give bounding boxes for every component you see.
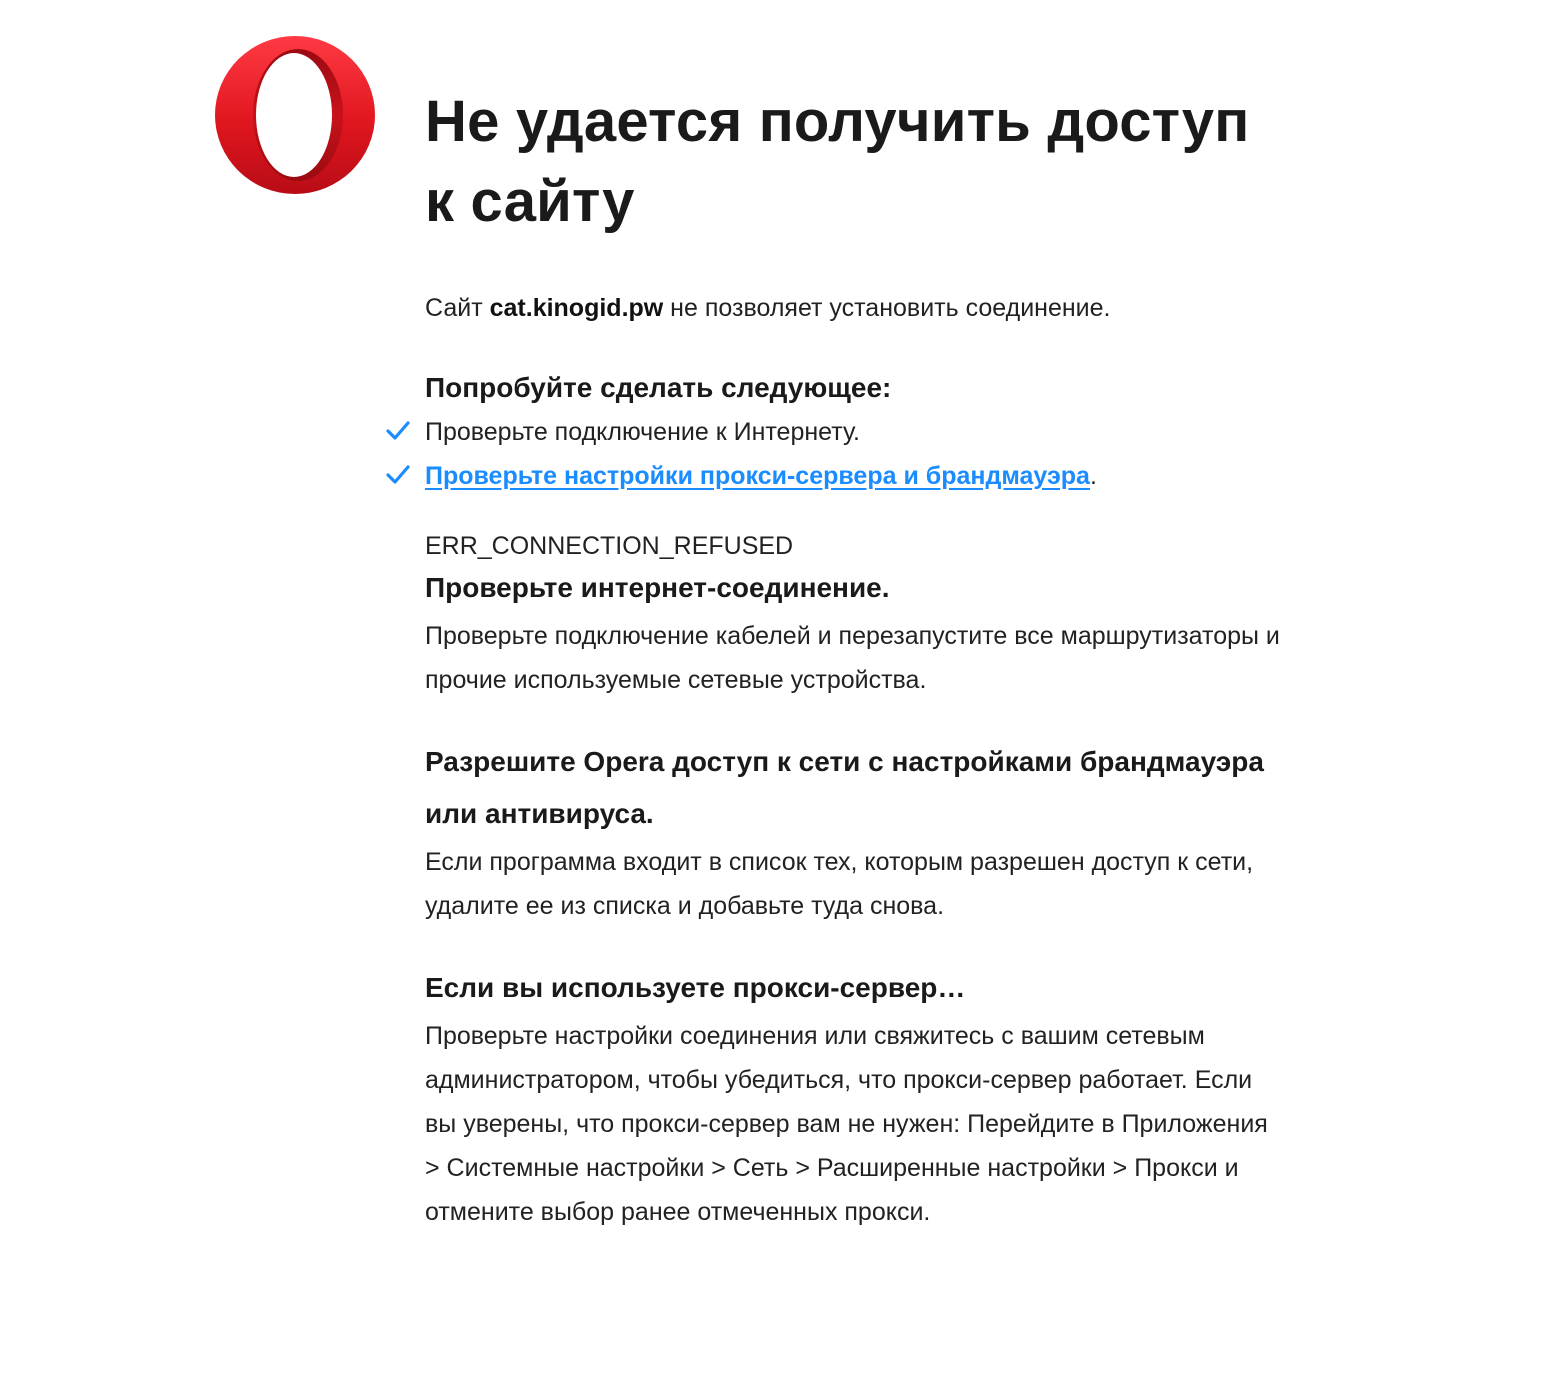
check-icon (386, 421, 410, 440)
suggestion-text: Проверьте подключение к Интернету. (425, 418, 860, 446)
suggestion-item: Проверьте подключение к Интернету. (386, 410, 1285, 454)
section-check-connection: Проверьте интернет-соединение. Проверьте… (425, 562, 1285, 702)
suggestion-list: Проверьте подключение к Интернету. Прове… (386, 410, 1285, 498)
intro-suffix: не позволяет установить соединение. (663, 294, 1111, 322)
suggestion-item: Проверьте настройки прокси-сервера и бра… (386, 454, 1285, 498)
section-body: Проверьте подключение кабелей и перезапу… (425, 622, 1280, 694)
suggestion-period: . (1089, 462, 1097, 490)
page-title: Не удается получить доступ к сайту (425, 89, 1250, 234)
error-code: ERR_CONNECTION_REFUSED (425, 532, 794, 560)
proxy-firewall-settings-link[interactable]: Проверьте настройки прокси-сервера и бра… (425, 462, 1090, 490)
section-proxy: Если вы используете прокси-сервер… Прове… (425, 962, 1285, 1234)
error-content: Не удается получить доступ к сайту Сайт … (386, 82, 1285, 1234)
section-title: Проверьте интернет-соединение. (425, 572, 890, 603)
section-title: Разрешите Opera доступ к сети с настройк… (425, 746, 1264, 829)
try-heading: Попробуйте сделать следующее: (425, 372, 892, 403)
intro-prefix: Сайт (425, 294, 490, 322)
site-host: cat.kinogid.pw (489, 294, 664, 322)
section-body: Если программа входит в список тех, кото… (425, 848, 1254, 920)
section-title: Если вы используете прокси-сервер… (425, 972, 966, 1003)
section-firewall: Разрешите Opera доступ к сети с настройк… (425, 736, 1285, 928)
intro-text: Сайт cat.kinogid.pw не позволяет установ… (425, 292, 1285, 324)
opera-logo-icon (215, 36, 375, 194)
section-body: Проверьте настройки соединения или свяжи… (425, 1022, 1268, 1226)
check-icon (386, 465, 410, 484)
